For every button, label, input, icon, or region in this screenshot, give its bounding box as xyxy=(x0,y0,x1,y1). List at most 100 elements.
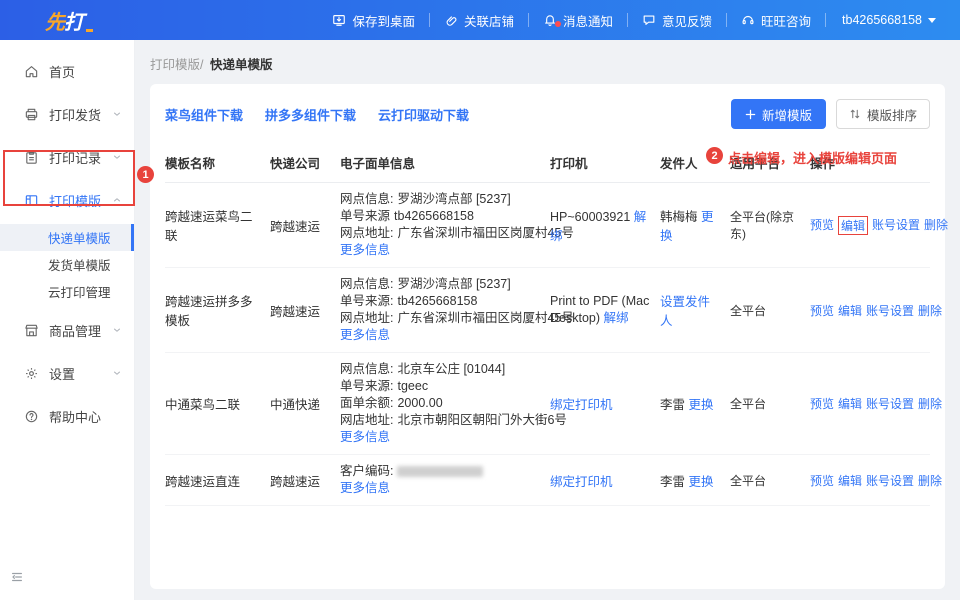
account-settings-link[interactable]: 账号设置 xyxy=(866,395,914,412)
info-value: 2000.00 xyxy=(397,396,442,410)
sidebar-item-cloud-print[interactable]: 云打印管理 xyxy=(0,278,134,305)
notifications-label: 消息通知 xyxy=(563,11,613,30)
account-settings-link[interactable]: 账号设置 xyxy=(866,472,914,489)
wangwang-consult-label: 旺旺咨询 xyxy=(761,11,811,30)
waybill-info-cell: 网点信息:罗湖沙湾点部 [5237] 单号来源tb4265668158 网点地址… xyxy=(340,191,550,259)
table-header-printer: 打印机 xyxy=(550,153,660,172)
add-template-label: 新增模版 xyxy=(762,105,812,124)
home-icon xyxy=(24,64,39,79)
shop-icon xyxy=(24,323,39,338)
collapse-sidebar-icon[interactable] xyxy=(10,570,24,587)
top-menu: 保存到桌面 关联店铺 消息通知 意 xyxy=(318,0,946,40)
edit-link[interactable]: 编辑 xyxy=(838,472,862,489)
account-menu[interactable]: tb4265668158 xyxy=(826,13,946,27)
edit-link[interactable]: 编辑 xyxy=(838,302,862,319)
waybill-info-cell: 客户编码: 更多信息 xyxy=(340,463,550,497)
pdd-component-download-link[interactable]: 拼多多组件下载 xyxy=(265,105,356,124)
sort-template-button[interactable]: 模版排序 xyxy=(836,99,930,129)
delete-link[interactable]: 删除 xyxy=(918,302,942,319)
sidebar-item-label: 商品管理 xyxy=(49,321,101,340)
notifications-button[interactable]: 消息通知 xyxy=(529,11,627,30)
sidebar-item-help[interactable]: 帮助中心 xyxy=(0,401,134,431)
sort-template-label: 模版排序 xyxy=(867,105,917,124)
wangwang-consult-button[interactable]: 旺旺咨询 xyxy=(727,11,825,30)
logo-text-second: 打 xyxy=(64,6,83,35)
link-shop-icon xyxy=(444,13,458,27)
cainiao-component-download-link[interactable]: 菜鸟组件下载 xyxy=(165,105,243,124)
info-value: 广东省深圳市福田区岗厦村45号 xyxy=(397,226,573,240)
chevron-down-icon xyxy=(112,368,122,378)
change-sender-link[interactable]: 更换 xyxy=(689,475,714,489)
headset-icon xyxy=(741,13,755,27)
preview-link[interactable]: 预览 xyxy=(810,472,834,489)
delete-link[interactable]: 删除 xyxy=(918,395,942,412)
more-info-link[interactable]: 更多信息 xyxy=(340,481,390,495)
annotation-step2-text: 点击编辑，进入模版编辑页面 xyxy=(728,148,897,167)
row-actions: 预览 编辑 账号设置 删除 xyxy=(810,472,952,489)
printer-cell: HP~60003921 解绑 xyxy=(550,206,660,244)
set-sender-link[interactable]: 设置发件人 xyxy=(660,295,710,328)
sidebar-item-ship-template[interactable]: 发货单模版 xyxy=(0,251,134,278)
sidebar-item-label: 首页 xyxy=(49,62,75,81)
info-label: 面单余额: xyxy=(340,396,393,410)
template-name: 跨越速运菜鸟二联 xyxy=(165,206,270,244)
plus-icon xyxy=(745,109,756,120)
top-bar: 先 打 保存到桌面 关联店铺 xyxy=(0,0,960,40)
bind-printer-link[interactable]: 绑定打印机 xyxy=(550,475,613,489)
cloud-print-driver-download-link[interactable]: 云打印驱动下载 xyxy=(378,105,469,124)
app-logo: 先 打 xyxy=(45,6,93,35)
table-header-name: 模板名称 xyxy=(165,153,270,172)
account-settings-link[interactable]: 账号设置 xyxy=(866,302,914,319)
bind-printer-link[interactable]: 绑定打印机 xyxy=(550,398,613,412)
feedback-button[interactable]: 意见反馈 xyxy=(628,11,726,30)
preview-link[interactable]: 预览 xyxy=(810,395,834,412)
change-sender-link[interactable]: 更换 xyxy=(689,398,714,412)
save-to-desktop-icon xyxy=(332,13,346,27)
sidebar-item-label: 发货单模版 xyxy=(48,255,111,274)
feedback-label: 意见反馈 xyxy=(662,11,712,30)
unbind-printer-link[interactable]: 解绑 xyxy=(604,311,629,325)
sidebar-item-settings[interactable]: 设置 xyxy=(0,358,134,388)
link-shop-label: 关联店铺 xyxy=(464,11,514,30)
sender-cell: 李雷 更换 xyxy=(660,471,730,490)
sidebar-item-label: 快递单模版 xyxy=(48,228,111,247)
sidebar-item-goods[interactable]: 商品管理 xyxy=(0,315,134,345)
save-to-desktop-button[interactable]: 保存到桌面 xyxy=(318,11,429,30)
more-info-link[interactable]: 更多信息 xyxy=(340,243,390,257)
breadcrumb-parent[interactable]: 打印模版/ xyxy=(150,58,203,72)
delete-link[interactable]: 删除 xyxy=(918,472,942,489)
info-label: 单号来源: xyxy=(340,294,393,308)
sidebar-item-home[interactable]: 首页 xyxy=(0,56,134,86)
printer-icon xyxy=(24,107,39,122)
printer-cell: 绑定打印机 xyxy=(550,394,660,413)
more-info-link[interactable]: 更多信息 xyxy=(340,430,390,444)
info-label: 网点地址: xyxy=(340,226,393,240)
annotation-step2-badge: 2 xyxy=(706,147,723,164)
sidebar-item-print-template[interactable]: 打印模版 xyxy=(0,185,134,215)
info-value: tgeec xyxy=(397,379,428,393)
more-info-link[interactable]: 更多信息 xyxy=(340,328,390,342)
info-value: tb4265668158 xyxy=(394,209,474,223)
table-row: 跨越速运拼多多模板 跨越速运 网点信息:罗湖沙湾点部 [5237] 单号来源:t… xyxy=(165,268,930,353)
sidebar-item-express-template[interactable]: 快递单模版 xyxy=(0,224,134,251)
info-label: 网店地址: xyxy=(340,413,393,427)
template-icon xyxy=(24,193,39,208)
account-settings-link[interactable]: 账号设置 xyxy=(872,216,920,235)
active-indicator-bar xyxy=(131,224,134,251)
delete-link[interactable]: 删除 xyxy=(924,216,948,235)
edit-link[interactable]: 编辑 xyxy=(838,395,862,412)
sidebar-item-print-ship[interactable]: 打印发货 xyxy=(0,99,134,129)
express-company: 跨越速运 xyxy=(270,471,340,490)
toolbar: 菜鸟组件下载 拼多多组件下载 云打印驱动下载 新增模版 模版排序 xyxy=(165,98,930,130)
sidebar-item-label: 云打印管理 xyxy=(48,282,111,301)
notification-red-dot xyxy=(555,21,561,27)
chevron-down-icon xyxy=(112,325,122,335)
link-shop-button[interactable]: 关联店铺 xyxy=(430,11,528,30)
edit-link[interactable]: 编辑 xyxy=(838,216,868,235)
preview-link[interactable]: 预览 xyxy=(810,302,834,319)
add-template-button[interactable]: 新增模版 xyxy=(731,99,826,129)
table-row: 跨越速运直连 跨越速运 客户编码: 更多信息 绑定打印机 李雷 更换 全平台 xyxy=(165,455,930,506)
sidebar-item-print-record[interactable]: 打印记录 xyxy=(0,142,134,172)
logo-dash xyxy=(86,29,93,32)
preview-link[interactable]: 预览 xyxy=(810,216,834,235)
